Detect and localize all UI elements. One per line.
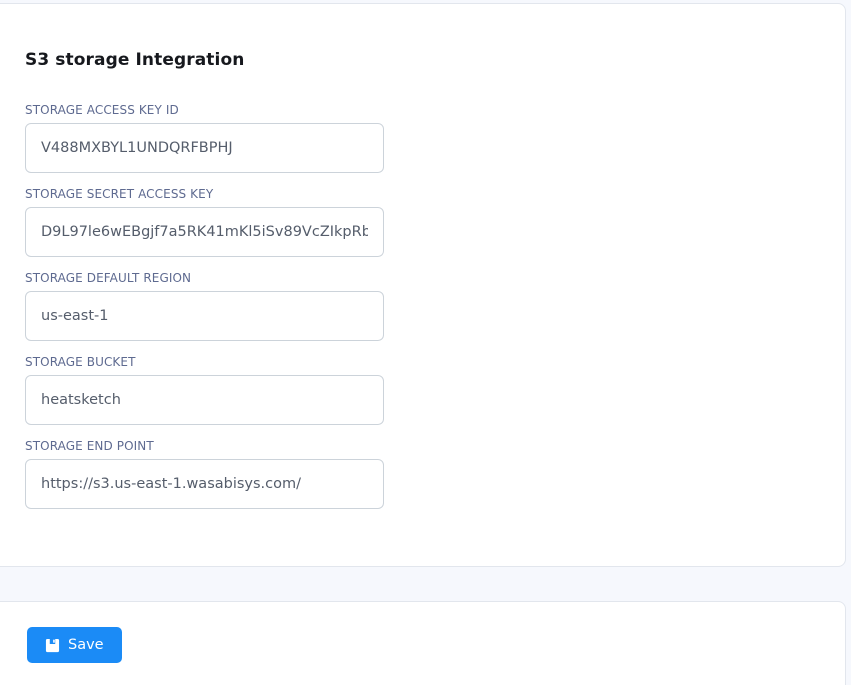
field-label: STORAGE DEFAULT REGION [25,271,192,285]
storage-end-point-input[interactable] [25,459,384,509]
save-button-label: Save [68,637,104,653]
floppy-disk-icon [45,638,60,653]
save-button[interactable]: Save [27,627,122,663]
storage-bucket-input[interactable] [25,375,384,425]
field-label: STORAGE SECRET ACCESS KEY [25,187,214,201]
form-group: STORAGE BUCKET [25,356,384,425]
storage-secret-access-key-input[interactable] [25,207,384,257]
storage-access-key-id-input[interactable] [25,123,384,173]
s3-settings-form: STORAGE ACCESS KEY ID STORAGE SECRET ACC… [25,104,845,509]
form-group: STORAGE ACCESS KEY ID [25,104,384,173]
field-label: STORAGE BUCKET [25,355,136,369]
s3-storage-settings-page: S3 storage Integration STORAGE ACCESS KE… [0,0,851,685]
s3-integration-card: S3 storage Integration STORAGE ACCESS KE… [0,3,846,567]
form-actions-card: Save [0,601,846,685]
field-label: STORAGE END POINT [25,439,154,453]
form-group: STORAGE END POINT [25,440,384,509]
page-title: S3 storage Integration [25,50,245,70]
storage-default-region-input[interactable] [25,291,384,341]
field-label: STORAGE ACCESS KEY ID [25,103,179,117]
form-group: STORAGE DEFAULT REGION [25,272,384,341]
form-group: STORAGE SECRET ACCESS KEY [25,188,384,257]
